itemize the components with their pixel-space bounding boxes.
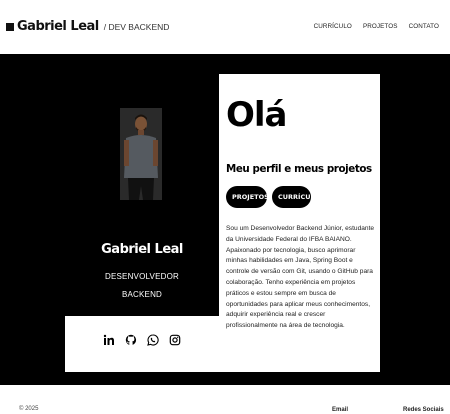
hero-section: Gabriel Leal DESENVOLVEDOR BACKEND Olá M… <box>0 54 450 385</box>
instagram-icon[interactable] <box>169 333 181 346</box>
nav-link-curriculo[interactable]: CURRÍCULO <box>314 23 352 30</box>
curriculo-button[interactable]: CURRÍCULO <box>272 186 320 208</box>
site-footer: © 2025 Email Redes Sociais <box>0 385 450 414</box>
brand[interactable]: Gabriel Leal / DEV BACKEND <box>6 19 169 34</box>
about-card: Olá Meu perfil e meus projetos PROJETOS … <box>219 74 380 372</box>
whatsapp-icon[interactable] <box>147 333 159 346</box>
copyright-text: © 2025 <box>19 406 39 412</box>
nav-link-contato[interactable]: CONTATO <box>409 23 439 30</box>
profile-name: Gabriel Leal <box>101 242 183 257</box>
profile-photo <box>120 108 162 200</box>
profile-role-line1: DESENVOLVEDOR <box>104 272 180 281</box>
linkedin-icon[interactable] <box>103 333 115 345</box>
brand-role: / DEV BACKEND <box>103 21 170 32</box>
nav-link-projetos[interactable]: PROJETOS <box>363 23 398 30</box>
footer-email-label[interactable]: Email <box>332 407 348 413</box>
greeting-heading: Olá <box>226 95 288 135</box>
social-links-bar <box>65 316 219 372</box>
brand-square-icon <box>6 22 14 31</box>
github-icon[interactable] <box>125 333 137 345</box>
main-nav: CURRÍCULO PROJETOS CONTATO <box>314 23 439 30</box>
site-header: Gabriel Leal / DEV BACKEND CURRÍCULO PRO… <box>0 0 450 54</box>
footer-social-label[interactable]: Redes Sociais <box>403 407 444 413</box>
card-subtitle: Meu perfil e meus projetos <box>226 163 372 175</box>
projetos-button[interactable]: PROJETOS <box>226 186 269 208</box>
profile-role: DESENVOLVEDOR BACKEND <box>65 268 219 304</box>
bio-text: Sou um Desenvolvedor Backend Júnior, est… <box>226 225 375 330</box>
card-buttons: PROJETOS CURRÍCULO <box>226 186 320 208</box>
profile-role-line2: BACKEND <box>121 290 163 299</box>
brand-name: Gabriel Leal <box>17 19 99 34</box>
